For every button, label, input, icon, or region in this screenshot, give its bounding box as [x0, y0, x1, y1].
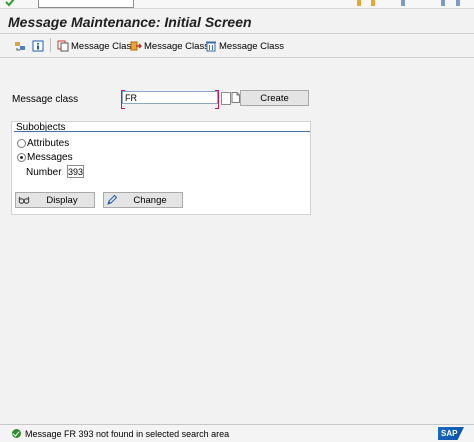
- info-icon: [32, 40, 44, 52]
- rename-icon: [130, 41, 142, 51]
- divider: [0, 57, 474, 58]
- page-title: Message Maintenance: Initial Screen: [8, 14, 252, 30]
- copy-message-class-button[interactable]: Message Class: [57, 38, 136, 54]
- rename-message-class-button[interactable]: Message Class: [130, 38, 209, 54]
- change-button[interactable]: Change: [103, 192, 183, 208]
- toolbar-icon[interactable]: [455, 0, 461, 7]
- copy-icon: [57, 40, 69, 52]
- messages-label[interactable]: Messages: [27, 152, 73, 163]
- number-label: Number: [26, 167, 62, 178]
- toolbar-icon[interactable]: [356, 0, 362, 7]
- toolbar-label: Message Class: [71, 40, 136, 52]
- toolbar-icon[interactable]: [370, 0, 376, 7]
- pencil-icon: [107, 194, 118, 205]
- trash-icon: [206, 41, 216, 52]
- success-check-icon: [12, 429, 21, 438]
- change-label: Change: [133, 194, 167, 206]
- document-icon[interactable]: [231, 92, 240, 103]
- value-help-button[interactable]: [221, 92, 231, 105]
- other-object-button[interactable]: [14, 38, 26, 54]
- toolbar-label: Message Class: [219, 40, 284, 52]
- message-class-input[interactable]: FR: [121, 90, 219, 109]
- display-label: Display: [46, 194, 78, 206]
- info-button[interactable]: [32, 38, 44, 54]
- toolbar-separator: [50, 38, 51, 52]
- attributes-radio[interactable]: [17, 139, 26, 148]
- application-toolbar: Message Class Message Class Message Clas…: [0, 36, 474, 56]
- toolbar-icon[interactable]: [400, 0, 406, 7]
- create-button[interactable]: Create: [240, 90, 309, 106]
- system-toolbar: [0, 0, 474, 9]
- glasses-icon: [18, 196, 30, 204]
- toolbar-icon[interactable]: [440, 0, 446, 7]
- attributes-label[interactable]: Attributes: [27, 138, 69, 149]
- display-button[interactable]: Display: [15, 192, 95, 208]
- number-input[interactable]: 393: [67, 165, 84, 178]
- messages-radio[interactable]: [17, 153, 26, 162]
- enter-check-icon[interactable]: [5, 0, 15, 7]
- group-divider: [14, 131, 310, 132]
- toolbar-label: Message Class: [144, 40, 209, 52]
- divider: [0, 33, 474, 34]
- delete-message-class-button[interactable]: Message Class: [205, 38, 284, 54]
- status-message[interactable]: Message FR 393 not found in selected sea…: [25, 429, 229, 439]
- other-object-icon: [15, 42, 25, 51]
- command-field[interactable]: [38, 0, 134, 8]
- message-class-label: Message class: [12, 94, 79, 105]
